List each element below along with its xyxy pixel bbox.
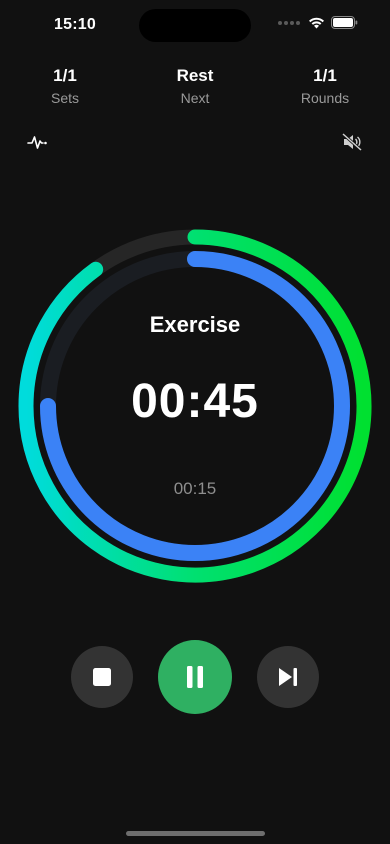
sets-value: 1/1 bbox=[53, 66, 77, 85]
speaker-muted-icon[interactable] bbox=[340, 130, 364, 154]
status-bar: 15:10 bbox=[0, 0, 390, 50]
pause-button[interactable] bbox=[158, 640, 232, 714]
next-value: Rest bbox=[176, 66, 214, 85]
status-icons bbox=[278, 16, 358, 29]
skip-next-icon bbox=[279, 668, 297, 686]
status-time: 15:10 bbox=[54, 16, 96, 33]
sub-timer: 00:15 bbox=[173, 479, 217, 498]
main-timer: 00:45 bbox=[131, 375, 259, 428]
battery-icon bbox=[331, 16, 358, 29]
dynamic-island bbox=[139, 9, 251, 42]
rounds-stat: 1/1 Rounds bbox=[270, 64, 380, 108]
next-stat: Rest Next bbox=[140, 64, 250, 108]
rounds-label: Rounds bbox=[300, 90, 350, 106]
signal-dots-icon bbox=[278, 20, 300, 25]
stop-icon bbox=[93, 668, 111, 686]
sets-label: Sets bbox=[50, 90, 79, 106]
stats-row: 1/1 Sets Rest Next 1/1 Rounds bbox=[0, 64, 390, 114]
stop-button[interactable] bbox=[71, 646, 133, 708]
home-indicator bbox=[126, 831, 265, 836]
timer-controls bbox=[0, 640, 390, 714]
pause-icon bbox=[187, 666, 203, 688]
rounds-value: 1/1 bbox=[313, 66, 337, 85]
sets-stat: 1/1 Sets bbox=[10, 64, 120, 108]
next-label: Next bbox=[180, 90, 210, 106]
skip-next-button[interactable] bbox=[257, 646, 319, 708]
heartbeat-icon[interactable] bbox=[26, 130, 50, 154]
wifi-icon bbox=[309, 17, 324, 29]
phase-label: Exercise bbox=[149, 312, 241, 337]
